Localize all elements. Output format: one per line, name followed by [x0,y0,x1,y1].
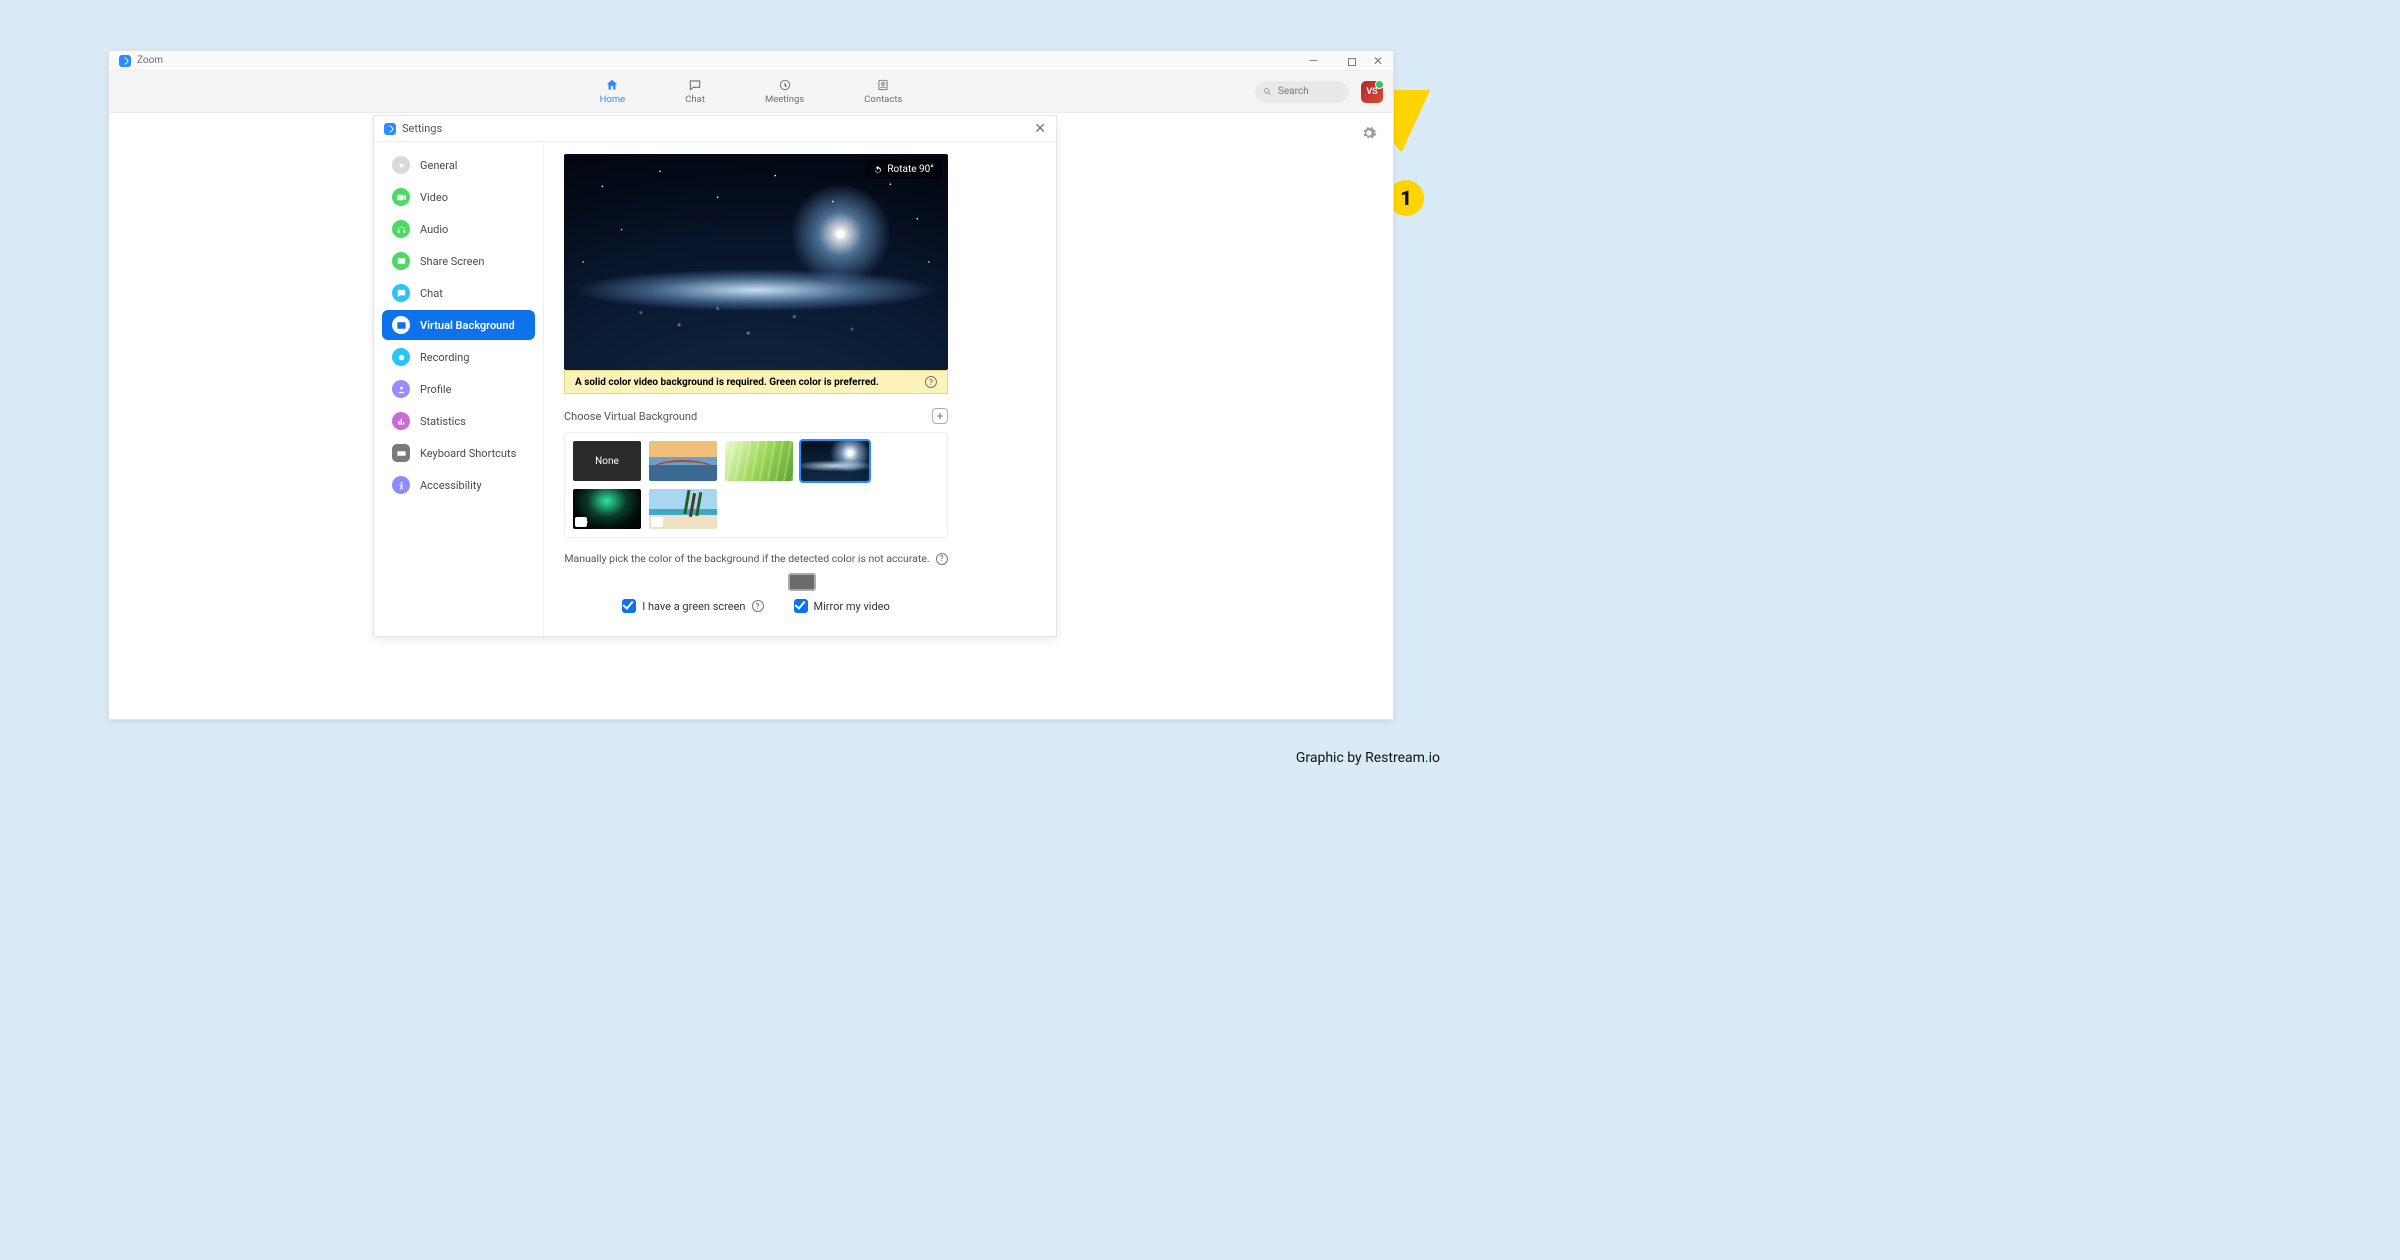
zoom-shield-icon [119,55,131,67]
gear-button[interactable] [1361,125,1377,145]
video-badge-icon [575,517,587,527]
chat-icon [687,78,703,92]
mirror-video-checkbox-row[interactable]: Mirror my video [794,599,890,613]
nav-chat-label: Chat [685,94,705,105]
contacts-icon [875,78,891,92]
help-icon[interactable]: ? [925,376,937,388]
sidebar-item-label: General [420,159,457,172]
sidebar-item-label: Keyboard Shortcuts [420,447,516,460]
settings-title: Settings [402,122,442,135]
sidebar-item-chat[interactable]: Chat [382,278,535,308]
sidebar-item-profile[interactable]: Profile [382,374,535,404]
sidebar-item-label: Accessibility [420,479,482,492]
share-screen-icon [392,252,410,270]
sidebar-item-recording[interactable]: Recording [382,342,535,372]
chart-icon [392,412,410,430]
help-icon[interactable]: ? [752,600,764,612]
record-icon [392,348,410,366]
mirror-label: Mirror my video [814,600,890,613]
add-background-button[interactable]: + [932,408,948,424]
video-badge-icon [651,517,663,527]
sidebar-item-audio[interactable]: Audio [382,214,535,244]
camera-icon [392,188,410,206]
search-input[interactable] [1278,86,1341,97]
thumb-beach[interactable] [649,489,717,529]
nav-contacts-label: Contacts [864,94,902,105]
gear-icon [392,156,410,174]
background-notice: A solid color video background is requir… [564,370,948,394]
rotate-label: Rotate 90° [887,164,934,175]
person-icon [392,380,410,398]
top-nav: Home Chat Meetings Contacts VS [109,71,1393,113]
search-box[interactable] [1255,81,1349,103]
chat-icon [392,284,410,302]
thumb-grass[interactable] [725,441,793,481]
sidebar-item-label: Share Screen [420,255,484,268]
nav-home-label: Home [600,94,626,105]
nav-contacts[interactable]: Contacts [864,78,902,105]
minimize-button[interactable]: — [1309,54,1318,68]
background-thumbnails: None [564,432,948,538]
sidebar-item-label: Virtual Background [420,319,515,332]
sidebar-item-label: Chat [420,287,443,300]
settings-titlebar: Settings ✕ [374,116,1056,142]
settings-dialog: Settings ✕ General Video Audio Share Scr… [373,115,1057,637]
background-preview: Rotate 90° [564,154,948,370]
close-settings-button[interactable]: ✕ [1034,121,1046,137]
search-icon [1263,86,1272,97]
sidebar-item-keyboard-shortcuts[interactable]: Keyboard Shortcuts [382,438,535,468]
thumb-earth[interactable] [801,441,869,481]
choose-background-label: Choose Virtual Background [564,410,697,423]
zoom-app-window: Zoom — ✕ Home Chat Meetings Contacts [108,50,1394,720]
nav-chat[interactable]: Chat [685,78,705,105]
sidebar-item-label: Statistics [420,415,466,428]
color-swatch-button[interactable] [788,573,816,591]
accessibility-icon [392,476,410,494]
nav-meetings[interactable]: Meetings [765,78,804,105]
rotate-icon [873,165,883,175]
sidebar-item-label: Video [420,191,448,204]
zoom-shield-icon [384,123,396,135]
sidebar-item-video[interactable]: Video [382,182,535,212]
sidebar-item-virtual-background[interactable]: Virtual Background [382,310,535,340]
checkbox-checked-icon [622,599,636,613]
thumb-none[interactable]: None [573,441,641,481]
settings-main: Rotate 90° A solid color video backgroun… [544,142,1056,636]
sidebar-item-label: Recording [420,351,469,364]
avatar[interactable]: VS [1361,81,1383,103]
virtual-background-icon [392,316,410,334]
green-screen-label: I have a green screen [642,600,745,613]
clock-icon [777,78,793,92]
sidebar-item-statistics[interactable]: Statistics [382,406,535,436]
keyboard-icon [392,444,410,462]
maximize-button[interactable] [1334,54,1356,68]
thumb-aurora[interactable] [573,489,641,529]
sidebar-item-share-screen[interactable]: Share Screen [382,246,535,276]
home-icon [604,78,620,92]
help-icon[interactable]: ? [936,553,948,565]
manual-color-text: Manually pick the color of the backgroun… [564,552,929,565]
thumb-bridge[interactable] [649,441,717,481]
sidebar-item-accessibility[interactable]: Accessibility [382,470,535,500]
nav-meetings-label: Meetings [765,94,804,105]
settings-sidebar: General Video Audio Share Screen Chat Vi… [374,142,544,636]
titlebar: Zoom — ✕ [109,51,1393,71]
notice-text: A solid color video background is requir… [575,377,879,388]
credit-text: Graphic by Restream.io [1296,750,1440,766]
sidebar-item-general[interactable]: General [382,150,535,180]
window-title: Zoom [137,55,163,66]
sidebar-item-label: Profile [420,383,451,396]
gear-icon [1361,125,1377,141]
green-screen-checkbox-row[interactable]: I have a green screen ? [622,599,763,613]
rotate-90-button[interactable]: Rotate 90° [865,160,942,179]
headphones-icon [392,220,410,238]
nav-home[interactable]: Home [600,78,626,105]
checkbox-checked-icon [794,599,808,613]
close-window-button[interactable]: ✕ [1373,54,1383,68]
sidebar-item-label: Audio [420,223,448,236]
